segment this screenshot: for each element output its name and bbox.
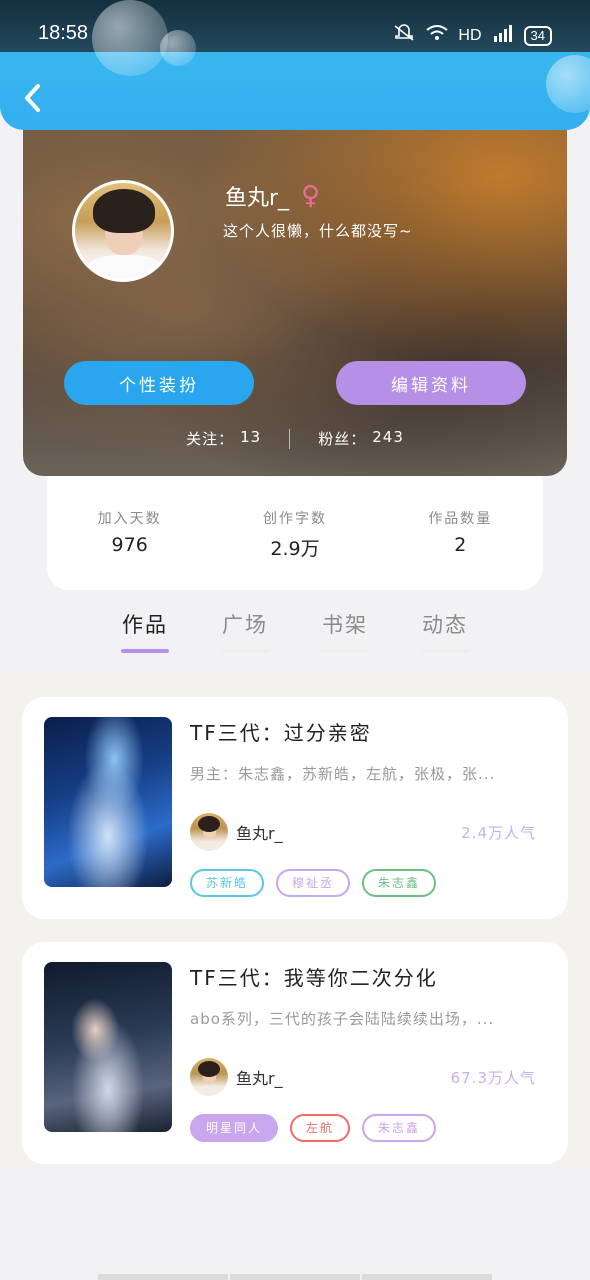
decorative-bubble [92, 0, 168, 76]
tab-works[interactable]: 作品 [95, 605, 195, 661]
work-description: abo系列，三代的孩子会陆陆续续出场，... [190, 1010, 495, 1028]
tag[interactable]: 穆祉丞 [276, 869, 351, 897]
stat-word-count: 创作字数 2.9万 [262, 511, 327, 560]
status-icons: HD 34 [392, 24, 552, 47]
tab-updates[interactable]: 动态 [395, 605, 495, 661]
status-bar: 18:58 HD 34 [0, 0, 590, 52]
tab-indicator [121, 649, 169, 653]
tab-square[interactable]: 广场 [195, 605, 295, 661]
mute-icon [392, 24, 416, 47]
network-type-label: HD [458, 26, 482, 44]
work-card[interactable]: TF三代：过分亲密 男主：朱志鑫，苏新皓，左航，张极，张... 鱼丸r_ 2.4… [22, 697, 568, 919]
profile-tabs: 作品 广场 书架 动态 [95, 605, 495, 661]
author-avatar[interactable] [190, 813, 228, 851]
work-title[interactable]: TF三代：过分亲密 [190, 717, 372, 746]
author-name: 鱼丸r_ [236, 824, 283, 843]
author-row: 鱼丸r_ 67.3万人气 [190, 1058, 536, 1096]
author-avatar[interactable] [190, 1058, 228, 1096]
profile-card: 鱼丸r_ ♀ 这个人很懒，什么都没写~ 个性装扮 编辑资料 关注： 13 粉丝：… [23, 110, 567, 476]
chevron-left-icon [25, 84, 40, 112]
stats-card: 加入天数 976 创作字数 2.9万 作品数量 2 [47, 460, 543, 590]
profile-name: 鱼丸r_ [225, 186, 290, 211]
work-cover-image[interactable] [44, 717, 172, 887]
author-row: 鱼丸r_ 2.4万人气 [190, 813, 536, 851]
wifi-icon [426, 25, 449, 46]
profile-avatar[interactable] [72, 180, 174, 282]
stat-join-days: 加入天数 976 [97, 511, 162, 556]
profile-name-row: 鱼丸r_ ♀ [225, 180, 320, 212]
work-card[interactable]: TF三代：我等你二次分化 abo系列，三代的孩子会陆陆续续出场，... 鱼丸r_… [22, 942, 568, 1164]
decorate-button[interactable]: 个性装扮 [64, 361, 254, 405]
status-time: 18:58 [38, 22, 89, 44]
home-indicator [98, 1274, 492, 1280]
tag[interactable]: 左航 [290, 1114, 351, 1142]
tag[interactable]: 苏新皓 [190, 869, 265, 897]
work-title[interactable]: TF三代：我等你二次分化 [190, 962, 438, 991]
work-description: 男主：朱志鑫，苏新皓，左航，张极，张... [190, 765, 496, 783]
decorative-bubble [160, 30, 196, 66]
fans-count[interactable]: 粉丝： 243 [290, 428, 432, 449]
stat-works-count: 作品数量 2 [428, 511, 493, 556]
follow-stats-row: 关注： 13 粉丝： 243 [23, 428, 567, 449]
female-icon: ♀ [301, 181, 321, 211]
signal-icon [492, 24, 514, 47]
decorative-bubble [546, 55, 590, 113]
back-button[interactable] [18, 78, 54, 118]
top-header: 18:58 HD 34 [0, 0, 590, 130]
tab-bookshelf[interactable]: 书架 [295, 605, 395, 661]
work-tags: 明星同人 左航 朱志鑫 [190, 1114, 437, 1142]
battery-icon: 34 [523, 25, 552, 46]
tag[interactable]: 朱志鑫 [362, 869, 437, 897]
tag[interactable]: 明星同人 [190, 1114, 279, 1142]
following-count[interactable]: 关注： 13 [158, 428, 289, 449]
author-name: 鱼丸r_ [236, 1069, 283, 1088]
work-tags: 苏新皓 穆祉丞 朱志鑫 [190, 869, 437, 897]
profile-bio: 这个人很懒，什么都没写~ [223, 222, 413, 240]
tag[interactable]: 朱志鑫 [362, 1114, 437, 1142]
work-cover-image[interactable] [44, 962, 172, 1132]
popularity-count: 67.3万人气 [450, 1068, 536, 1087]
popularity-count: 2.4万人气 [461, 823, 536, 842]
edit-profile-button[interactable]: 编辑资料 [336, 361, 526, 405]
